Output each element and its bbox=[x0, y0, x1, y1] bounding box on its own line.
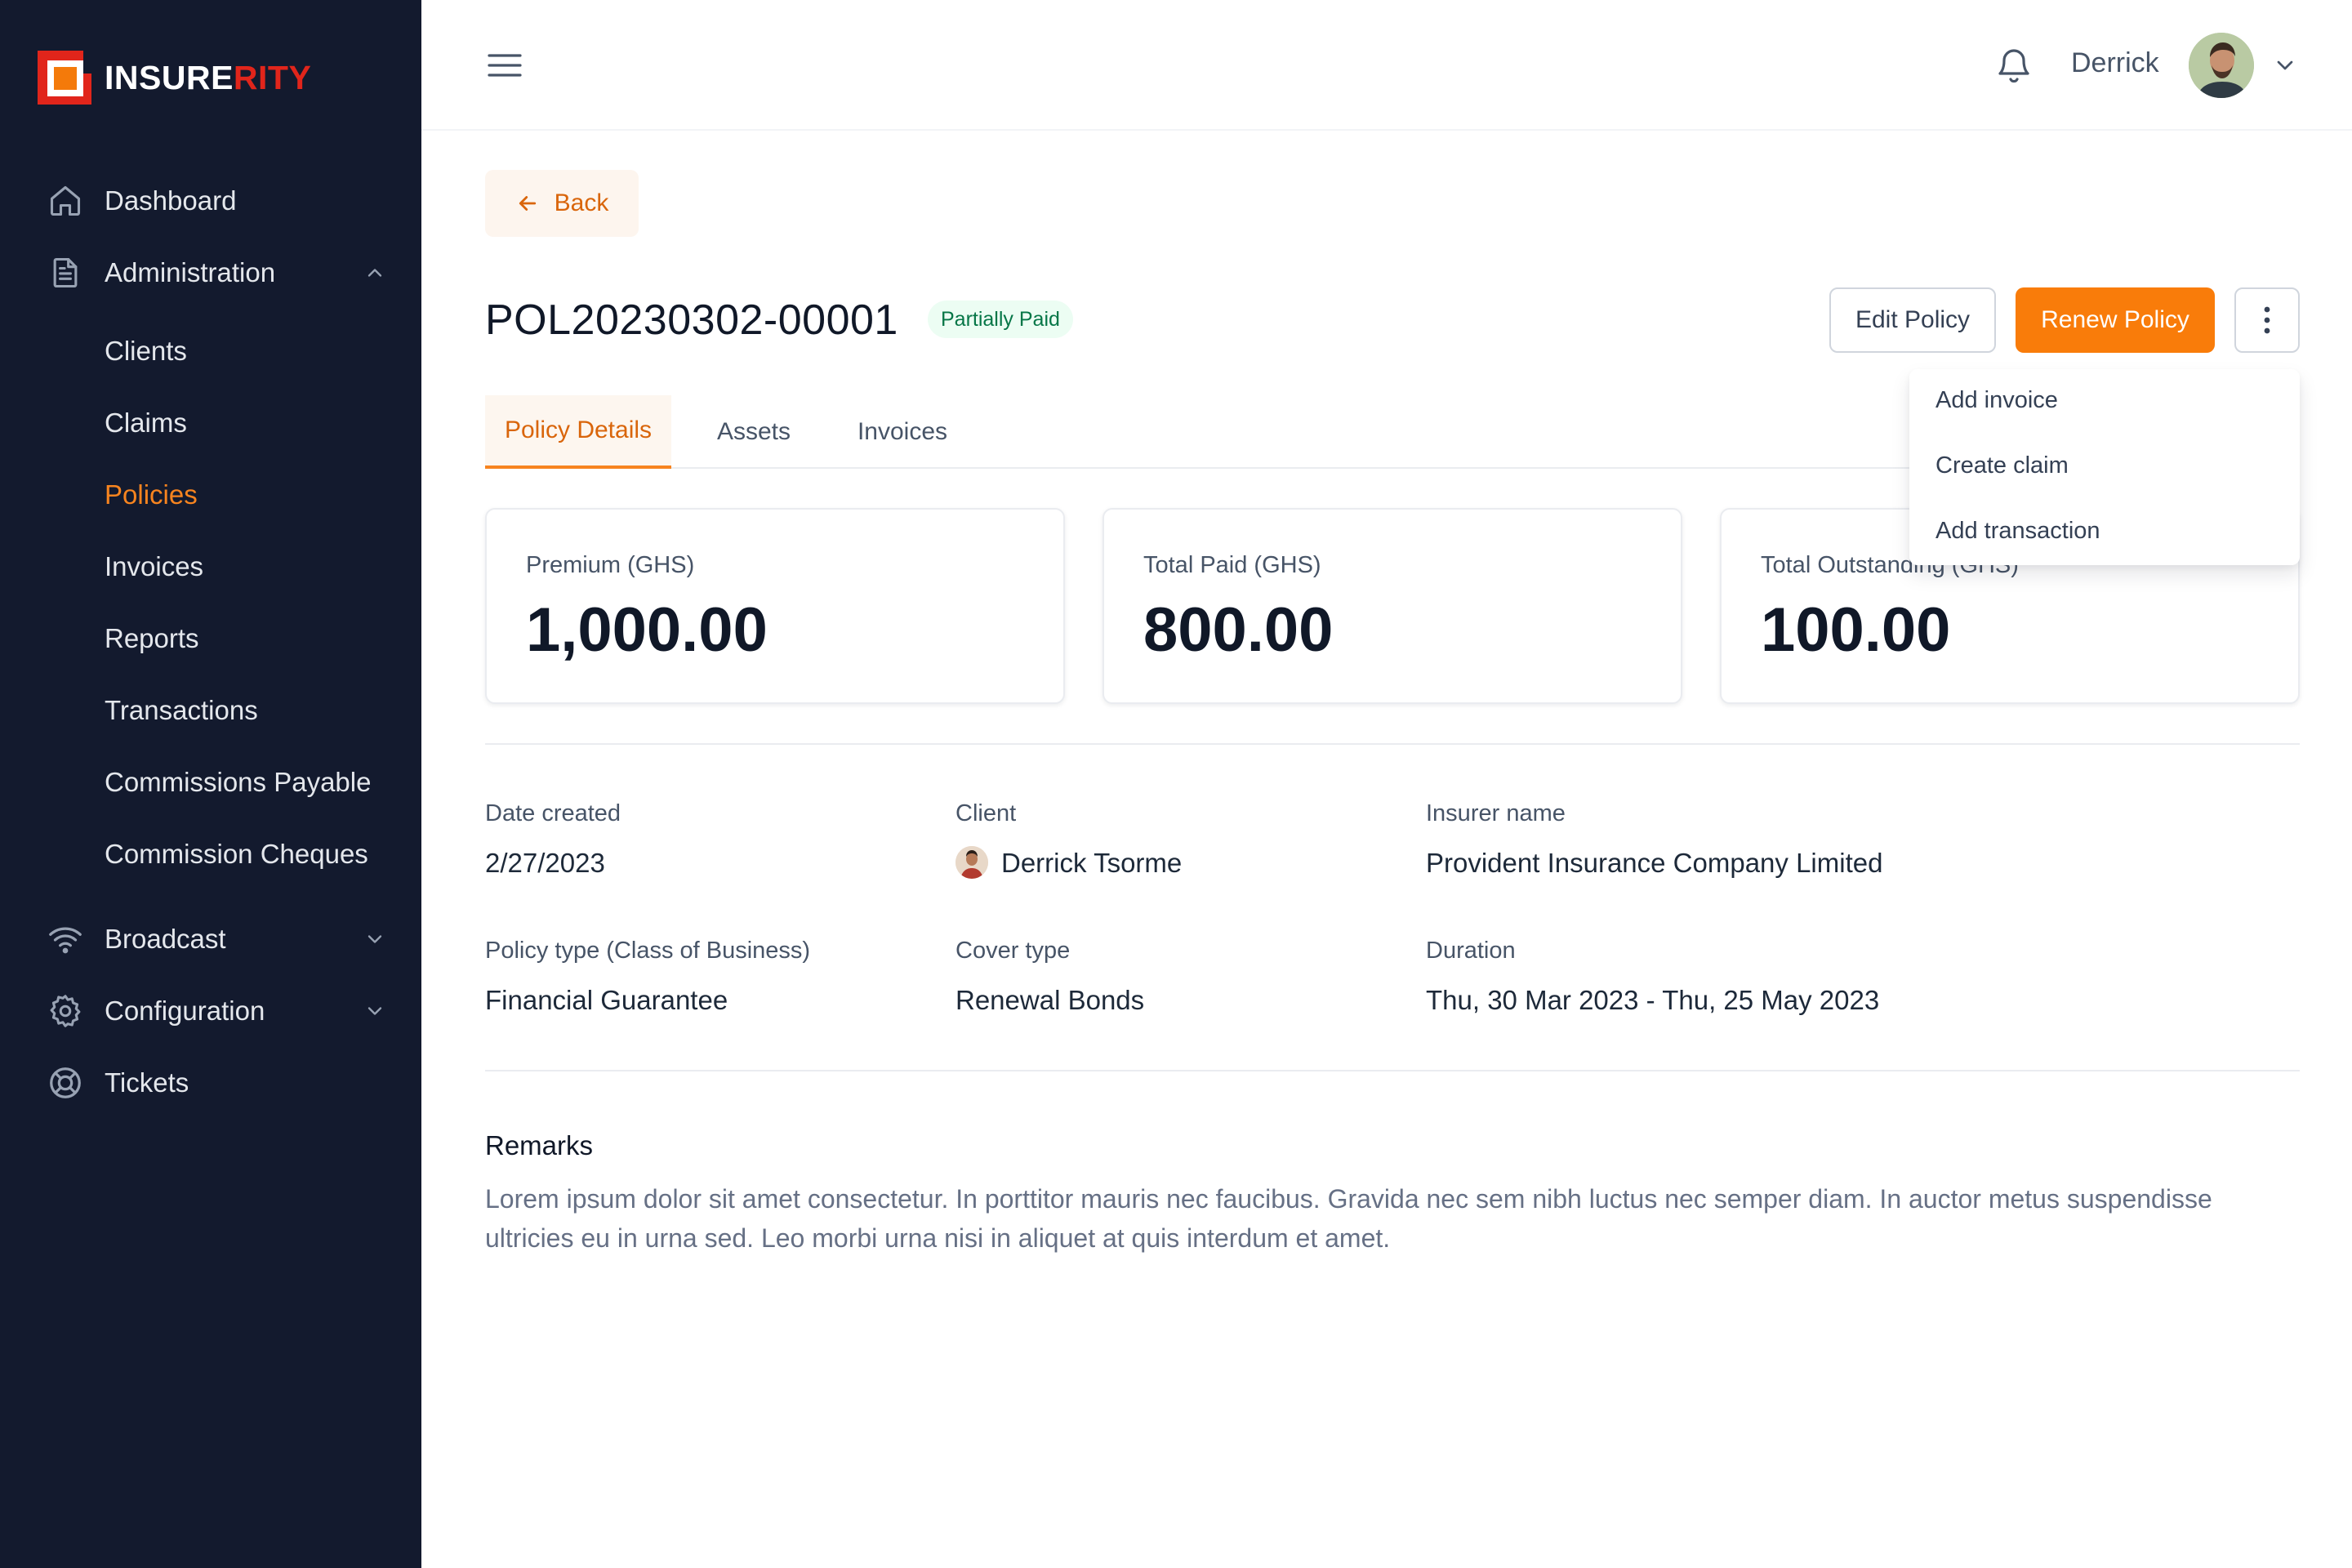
sidebar-subitem-commission-cheques[interactable]: Commission Cheques bbox=[105, 831, 368, 877]
sidebar-item-dashboard[interactable]: Dashboard bbox=[46, 176, 389, 225]
sidebar: INSURERITY Dashboard Administration Clie… bbox=[0, 0, 421, 1568]
arrow-left-icon bbox=[519, 196, 536, 211]
sidebar-item-administration[interactable]: Administration bbox=[46, 248, 389, 297]
card-value: 100.00 bbox=[1761, 595, 1951, 665]
home-icon bbox=[46, 181, 85, 220]
date-created-label: Date created bbox=[485, 800, 621, 826]
kebab-menu-icon bbox=[2264, 306, 2270, 334]
more-options-button[interactable] bbox=[2234, 287, 2300, 353]
renew-policy-button[interactable]: Renew Policy bbox=[2016, 287, 2215, 353]
brand-name: INSURERITY bbox=[105, 58, 312, 96]
avatar[interactable] bbox=[2189, 33, 2254, 98]
edit-policy-button[interactable]: Edit Policy bbox=[1829, 287, 1996, 353]
tab-invoices[interactable]: Invoices bbox=[841, 395, 964, 469]
sidebar-item-label: Dashboard bbox=[105, 185, 237, 216]
duration-value: Thu, 30 Mar 2023 - Thu, 25 May 2023 bbox=[1426, 985, 1880, 1015]
back-label: Back bbox=[554, 189, 609, 216]
client-label: Client bbox=[956, 800, 1017, 826]
chevron-down-icon[interactable] bbox=[2272, 52, 2298, 78]
sidebar-subitem-commissions-payable[interactable]: Commissions Payable bbox=[105, 760, 371, 805]
tab-policy-details[interactable]: Policy Details bbox=[485, 395, 671, 469]
lifebuoy-icon bbox=[46, 1063, 85, 1102]
section-divider bbox=[485, 1070, 2300, 1071]
sidebar-subitem-claims[interactable]: Claims bbox=[105, 400, 187, 446]
card-label: Premium (GHS) bbox=[526, 552, 695, 578]
menu-item-add-invoice[interactable]: Add invoice bbox=[1936, 387, 2058, 414]
sidebar-subitem-clients[interactable]: Clients bbox=[105, 328, 187, 374]
cover-type-label: Cover type bbox=[956, 938, 1071, 964]
hamburger-menu-icon[interactable] bbox=[487, 49, 523, 82]
sidebar-item-label: Administration bbox=[105, 257, 276, 287]
sidebar-item-label: Tickets bbox=[105, 1067, 189, 1098]
sidebar-subitem-policies[interactable]: Policies bbox=[105, 472, 198, 518]
menu-item-create-claim[interactable]: Create claim bbox=[1936, 452, 2069, 479]
sidebar-subitem-invoices[interactable]: Invoices bbox=[105, 544, 203, 590]
sidebar-subitem-transactions[interactable]: Transactions bbox=[105, 688, 258, 733]
back-button[interactable]: Back bbox=[485, 170, 639, 237]
policy-type-label: Policy type (Class of Business) bbox=[485, 938, 811, 964]
remarks-title: Remarks bbox=[485, 1130, 594, 1160]
brand-logo[interactable]: INSURERITY bbox=[38, 51, 311, 105]
sidebar-item-label: Broadcast bbox=[105, 924, 226, 954]
remarks-text: Lorem ipsum dolor sit amet consectetur. … bbox=[485, 1184, 2212, 1253]
status-badge: Partially Paid bbox=[928, 301, 1073, 338]
card-value: 800.00 bbox=[1143, 595, 1334, 665]
duration-label: Duration bbox=[1426, 938, 1516, 964]
chevron-down-icon[interactable] bbox=[361, 997, 389, 1025]
sidebar-item-label: Configuration bbox=[105, 996, 265, 1026]
logo-mark-icon bbox=[38, 51, 93, 105]
sidebar-item-tickets[interactable]: Tickets bbox=[46, 1058, 389, 1107]
date-created-value: 2/27/2023 bbox=[485, 848, 605, 878]
client-value[interactable]: Derrick Tsorme bbox=[1001, 848, 1182, 879]
more-options-dropdown: Add invoice Create claim Add transaction bbox=[1909, 369, 2300, 565]
sidebar-item-broadcast[interactable]: Broadcast bbox=[46, 915, 389, 964]
top-header: Derrick bbox=[421, 0, 2352, 131]
chevron-up-icon[interactable] bbox=[361, 259, 389, 287]
chevron-down-icon[interactable] bbox=[361, 925, 389, 953]
section-divider bbox=[485, 743, 2300, 745]
total-paid-card: Total Paid (GHS) 800.00 bbox=[1102, 508, 1682, 704]
user-name[interactable]: Derrick bbox=[2071, 47, 2159, 79]
menu-item-add-transaction[interactable]: Add transaction bbox=[1936, 518, 2100, 545]
gear-icon bbox=[46, 991, 85, 1031]
premium-card: Premium (GHS) 1,000.00 bbox=[485, 508, 1065, 704]
sidebar-item-configuration[interactable]: Configuration bbox=[46, 987, 389, 1036]
card-value: 1,000.00 bbox=[526, 595, 768, 665]
insurer-value: Provident Insurance Company Limited bbox=[1426, 848, 1883, 878]
policy-type-value: Financial Guarantee bbox=[485, 985, 728, 1015]
card-label: Total Paid (GHS) bbox=[1143, 552, 1321, 578]
document-icon bbox=[46, 253, 85, 292]
client-avatar bbox=[956, 846, 988, 879]
sidebar-subitem-reports[interactable]: Reports bbox=[105, 616, 199, 662]
bell-icon[interactable] bbox=[1994, 44, 2034, 87]
cover-type-value: Renewal Bonds bbox=[956, 985, 1145, 1015]
page-title: POL20230302-00001 bbox=[485, 296, 898, 344]
tab-assets[interactable]: Assets bbox=[701, 395, 807, 469]
wifi-icon bbox=[46, 920, 85, 959]
insurer-label: Insurer name bbox=[1426, 800, 1566, 826]
